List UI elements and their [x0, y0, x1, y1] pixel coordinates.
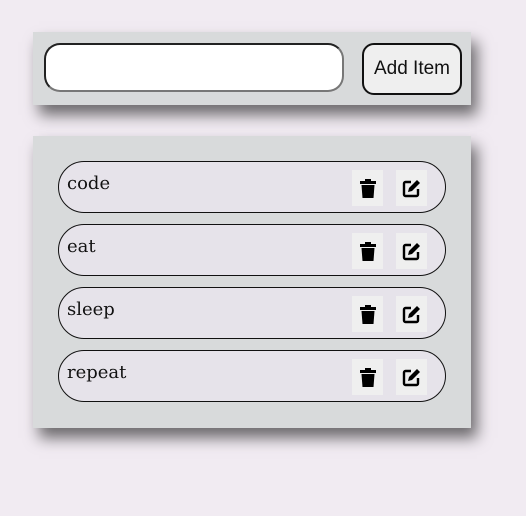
list-item: repeat [58, 350, 446, 402]
edit-icon [402, 242, 420, 260]
item-label: code [67, 173, 111, 194]
delete-button[interactable] [352, 296, 383, 332]
item-label: eat [67, 236, 96, 257]
item-label: sleep [67, 299, 115, 320]
item-input[interactable] [44, 43, 344, 92]
trash-icon [359, 367, 376, 387]
trash-icon [359, 241, 376, 261]
delete-button[interactable] [352, 170, 383, 206]
edit-button[interactable] [396, 233, 427, 269]
item-label: repeat [67, 362, 127, 383]
edit-button[interactable] [396, 170, 427, 206]
trash-icon [359, 304, 376, 324]
list-item: sleep [58, 287, 446, 339]
edit-icon [402, 305, 420, 323]
delete-button[interactable] [352, 359, 383, 395]
add-item-panel: Add Item [33, 32, 471, 105]
list-item: eat [58, 224, 446, 276]
delete-button[interactable] [352, 233, 383, 269]
list-item: code [58, 161, 446, 213]
trash-icon [359, 178, 376, 198]
edit-icon [402, 179, 420, 197]
add-item-button[interactable]: Add Item [362, 43, 462, 95]
item-list: code eat sleep repeat [33, 136, 471, 428]
edit-icon [402, 368, 420, 386]
edit-button[interactable] [396, 296, 427, 332]
edit-button[interactable] [396, 359, 427, 395]
